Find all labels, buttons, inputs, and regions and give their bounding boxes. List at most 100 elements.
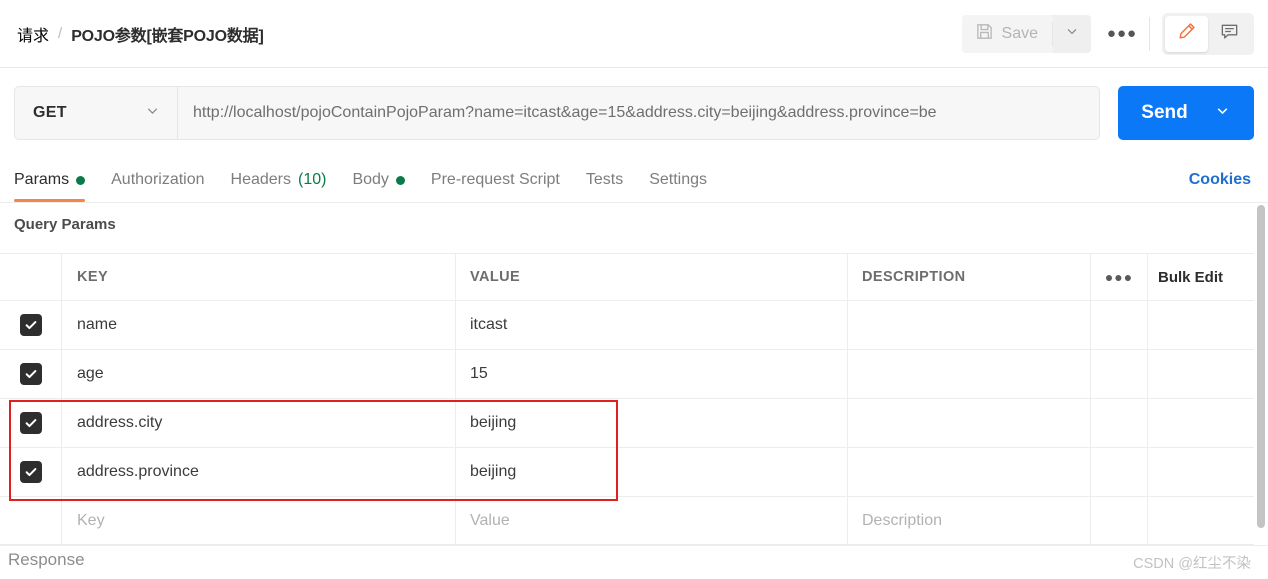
breadcrumb-separator: / bbox=[58, 25, 63, 42]
header-value: VALUE bbox=[456, 254, 848, 300]
tab-settings[interactable]: Settings bbox=[636, 158, 720, 202]
row-key-value: address.province bbox=[77, 463, 199, 480]
three-dots-icon: ●●● bbox=[1104, 269, 1134, 285]
breadcrumb: 请求 / POJO参数[嵌套POJO数据] bbox=[17, 22, 264, 46]
checkbox-checked-icon[interactable] bbox=[19, 412, 42, 434]
row-description-input[interactable] bbox=[848, 350, 1091, 398]
row-trailing bbox=[1148, 448, 1255, 496]
http-method-select[interactable]: GET bbox=[14, 86, 177, 140]
tab-authorization[interactable]: Authorization bbox=[98, 158, 217, 202]
row-key-input[interactable]: age bbox=[62, 350, 456, 398]
tab-headers[interactable]: Headers (10) bbox=[218, 158, 340, 202]
header-key: KEY bbox=[62, 254, 456, 300]
row-key-value: age bbox=[77, 365, 104, 382]
response-label: Response bbox=[8, 550, 85, 569]
header-more-button[interactable]: ●●● bbox=[1101, 15, 1143, 53]
row-description-input[interactable] bbox=[848, 448, 1091, 496]
view-toggle-group bbox=[1162, 12, 1254, 55]
row-key-input[interactable]: address.province bbox=[62, 448, 456, 496]
row-checkbox-cell[interactable] bbox=[0, 448, 62, 496]
tab-tests[interactable]: Tests bbox=[573, 158, 636, 202]
row-value-value: itcast bbox=[470, 316, 508, 333]
chevron-down-icon bbox=[1064, 23, 1080, 44]
table-row: address.province beijing bbox=[0, 447, 1255, 496]
new-row-key-placeholder: Key bbox=[77, 511, 105, 529]
query-params-table: KEY VALUE DESCRIPTION ●●● Bulk Edit name… bbox=[0, 253, 1255, 545]
checkbox-checked-icon[interactable] bbox=[19, 363, 42, 385]
header-divider bbox=[1149, 16, 1150, 51]
row-description-input[interactable] bbox=[848, 301, 1091, 349]
tab-headers-label: Headers bbox=[230, 171, 291, 188]
query-params-title: Query Params bbox=[14, 216, 116, 233]
response-section bbox=[0, 545, 1268, 579]
chevron-down-icon bbox=[144, 102, 161, 124]
table-row: age 15 bbox=[0, 349, 1255, 398]
tab-body[interactable]: Body bbox=[339, 158, 417, 202]
cookies-link[interactable]: Cookies bbox=[1189, 158, 1251, 202]
table-row: address.city beijing bbox=[0, 398, 1255, 447]
new-row-value-placeholder: Value bbox=[470, 511, 510, 529]
row-value-input[interactable]: beijing bbox=[456, 399, 848, 447]
request-tabs: Params Authorization Headers (10) Body P… bbox=[0, 158, 1268, 203]
tab-pre-request-script-label: Pre-request Script bbox=[430, 171, 560, 188]
new-row-trailing bbox=[1148, 497, 1255, 544]
save-button[interactable]: Save bbox=[961, 14, 1052, 53]
tab-body-label: Body bbox=[352, 171, 389, 188]
header-description: DESCRIPTION bbox=[848, 254, 1091, 300]
row-value-value: beijing bbox=[470, 414, 517, 431]
save-dropdown-button[interactable] bbox=[1053, 14, 1091, 53]
new-row-options bbox=[1091, 497, 1148, 544]
row-trailing bbox=[1148, 350, 1255, 398]
table-new-row: Key Value Description bbox=[0, 496, 1255, 545]
params-modified-dot-icon bbox=[76, 175, 86, 185]
row-value-input[interactable]: beijing bbox=[456, 448, 848, 496]
save-button-label: Save bbox=[1001, 24, 1038, 42]
tab-pre-request-script[interactable]: Pre-request Script bbox=[418, 158, 573, 202]
tab-tests-label: Tests bbox=[585, 171, 624, 188]
new-row-value-input[interactable]: Value bbox=[456, 497, 848, 544]
row-options bbox=[1091, 448, 1148, 496]
comments-button[interactable] bbox=[1208, 16, 1251, 52]
row-value-input[interactable]: itcast bbox=[456, 301, 848, 349]
row-checkbox-cell[interactable] bbox=[0, 399, 62, 447]
postman-request-view: 请求 / POJO参数[嵌套POJO数据] Save ●●● GET http:… bbox=[0, 0, 1268, 579]
row-key-input[interactable]: address.city bbox=[62, 399, 456, 447]
tab-params[interactable]: Params bbox=[14, 158, 98, 202]
checkbox-checked-icon[interactable] bbox=[19, 314, 42, 336]
row-options bbox=[1091, 399, 1148, 447]
three-dots-icon: ●●● bbox=[1106, 25, 1138, 42]
comment-icon bbox=[1219, 21, 1240, 47]
send-button[interactable]: Send bbox=[1118, 86, 1254, 140]
row-trailing bbox=[1148, 399, 1255, 447]
new-row-checkbox-cell bbox=[0, 497, 62, 544]
new-row-description-input[interactable]: Description bbox=[848, 497, 1091, 544]
checkbox-checked-icon[interactable] bbox=[19, 461, 42, 483]
new-row-description-placeholder: Description bbox=[862, 511, 943, 529]
pencil-icon bbox=[1176, 21, 1197, 47]
request-url-bar: GET http://localhost/pojoContainPojoPara… bbox=[0, 68, 1268, 158]
row-trailing bbox=[1148, 301, 1255, 349]
edit-mode-button[interactable] bbox=[1165, 15, 1208, 52]
row-checkbox-cell[interactable] bbox=[0, 350, 62, 398]
body-modified-dot-icon bbox=[395, 175, 405, 185]
bulk-edit-button[interactable]: Bulk Edit bbox=[1148, 254, 1255, 300]
row-description-input[interactable] bbox=[848, 399, 1091, 447]
row-value-input[interactable]: 15 bbox=[456, 350, 848, 398]
tab-headers-count: (10) bbox=[298, 171, 327, 188]
send-button-label: Send bbox=[1141, 102, 1188, 123]
header-select-all-cell bbox=[0, 254, 62, 300]
new-row-key-input[interactable]: Key bbox=[62, 497, 456, 544]
params-scrollbar-thumb[interactable] bbox=[1257, 205, 1265, 528]
row-options bbox=[1091, 350, 1148, 398]
floppy-disk-icon bbox=[975, 22, 994, 46]
save-button-group: Save bbox=[961, 14, 1091, 53]
table-options-button[interactable]: ●●● bbox=[1091, 254, 1148, 300]
request-url-value: http://localhost/pojoContainPojoParam?na… bbox=[193, 104, 937, 121]
http-method-label: GET bbox=[33, 104, 67, 121]
row-key-value: address.city bbox=[77, 414, 163, 431]
request-url-field[interactable]: http://localhost/pojoContainPojoParam?na… bbox=[177, 86, 1100, 140]
row-checkbox-cell[interactable] bbox=[0, 301, 62, 349]
breadcrumb-root[interactable]: 请求 bbox=[17, 22, 49, 46]
row-key-input[interactable]: name bbox=[62, 301, 456, 349]
tab-authorization-label: Authorization bbox=[111, 171, 205, 188]
